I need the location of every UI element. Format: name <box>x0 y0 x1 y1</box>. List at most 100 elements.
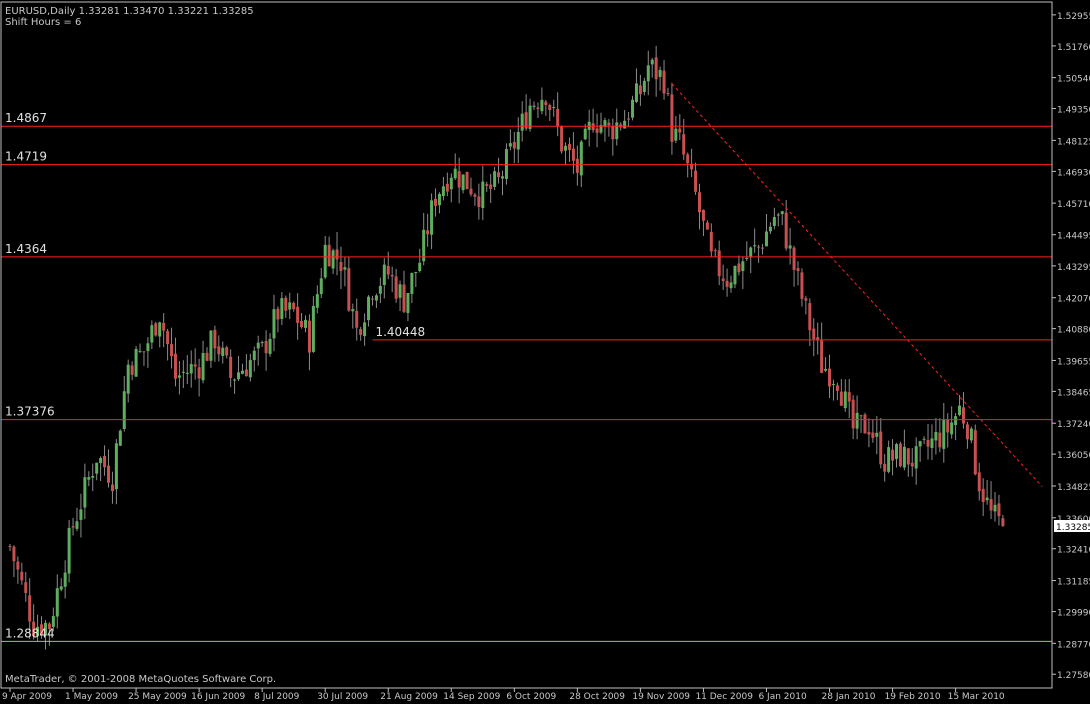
symbol-info: EURUSD,Daily 1.33281 1.33470 1.33221 1.3… <box>5 6 254 17</box>
candle-body <box>367 296 371 321</box>
candle-body <box>177 375 181 378</box>
candle-body <box>107 465 110 483</box>
price-chart[interactable]: 1.48671.47191.43641.404481.373761.28844 … <box>0 0 1090 704</box>
candle-body <box>469 188 473 195</box>
candle-body <box>717 250 721 277</box>
time-tick-label: 14 Sep 2009 <box>443 692 500 702</box>
candle-body <box>284 297 288 311</box>
price-tick-label: 1.32410 <box>1057 546 1090 556</box>
candle-body <box>307 320 311 353</box>
candle-body <box>583 128 587 140</box>
candle-body <box>374 295 378 301</box>
candle-body <box>225 347 229 356</box>
candle-body <box>961 407 965 424</box>
candle-body <box>705 222 709 230</box>
candle-body <box>812 328 816 340</box>
candle-body <box>103 456 107 468</box>
candle-body <box>24 582 28 593</box>
candle-body <box>20 571 24 581</box>
candle-body <box>776 214 780 216</box>
candle-body <box>339 261 343 271</box>
time-tick-label: 28 Oct 2009 <box>569 692 625 702</box>
price-tick-label: 1.27580 <box>1057 671 1090 681</box>
candle-body <box>461 174 465 191</box>
candle-body <box>713 250 717 252</box>
candle-body <box>12 546 16 562</box>
candle-body <box>646 65 650 82</box>
candle-body <box>449 177 453 190</box>
candle-body <box>591 123 595 131</box>
candle-body <box>528 105 532 129</box>
candle-body <box>725 280 729 287</box>
price-tick-label: 1.28770 <box>1057 640 1090 650</box>
candle-body <box>800 272 804 299</box>
candle-body <box>331 250 335 269</box>
candle-body <box>851 399 855 429</box>
candle-body <box>820 340 824 373</box>
candle-body <box>95 462 99 474</box>
price-axis: 1.52955 1.51760 1.50540 1.49350 1.48125 1.469… <box>1052 12 1090 681</box>
candle-body <box>761 247 765 249</box>
candle-body <box>745 257 749 259</box>
candle-body <box>607 122 611 126</box>
candle-body <box>67 527 71 574</box>
candle-body <box>895 444 898 460</box>
candle-body <box>205 352 209 361</box>
candle-body <box>434 198 438 206</box>
candle-body <box>134 348 138 377</box>
candle-body <box>335 249 339 260</box>
candle-body <box>63 572 67 587</box>
candle-body <box>390 274 394 277</box>
candle-body <box>709 231 713 252</box>
price-tick-label: 1.42070 <box>1057 295 1090 305</box>
price-tick-label: 1.40880 <box>1057 326 1090 336</box>
candle-body <box>512 142 516 149</box>
candle-body <box>902 446 906 468</box>
candle-body <box>938 432 942 448</box>
candle-body <box>244 369 248 377</box>
candle-body <box>221 347 225 356</box>
candle-body <box>737 263 741 273</box>
candle-body <box>564 145 568 151</box>
candle-body <box>682 134 686 155</box>
candle-body <box>485 184 489 186</box>
price-tick-label: 1.43295 <box>1057 263 1090 273</box>
candle-body <box>552 107 556 109</box>
candle-body <box>532 105 536 107</box>
candle-body <box>831 383 835 385</box>
candle-body <box>804 298 808 301</box>
candle-body <box>292 302 296 310</box>
candle-body <box>875 432 879 437</box>
candle-body <box>642 80 646 92</box>
candle-body <box>83 477 87 508</box>
level-label: 1.40448 <box>375 325 425 339</box>
candle-body <box>768 226 772 232</box>
candle-body <box>430 200 434 235</box>
indicator-info: Shift Hours = 6 <box>5 17 81 28</box>
candle-body <box>753 245 757 247</box>
price-tick-label: 1.45710 <box>1057 200 1090 210</box>
candle-body <box>110 484 114 492</box>
level-label: 1.37376 <box>5 405 55 419</box>
time-tick-label: 11 Dec 2009 <box>695 692 753 702</box>
candle-body <box>973 430 977 475</box>
candle-body <box>154 323 158 336</box>
candle-body <box>634 83 638 102</box>
candle-body <box>138 350 142 352</box>
candle-body <box>898 443 902 467</box>
level-label: 1.4867 <box>5 111 47 125</box>
candle-body <box>481 181 485 209</box>
candle-body <box>678 128 682 133</box>
price-tick-label: 1.38465 <box>1057 388 1090 398</box>
candle-body <box>146 343 150 351</box>
candle-body <box>288 302 292 310</box>
candle-body <box>315 294 319 308</box>
candle-body <box>158 322 162 337</box>
candle-body <box>981 488 985 502</box>
candle-body <box>276 308 280 320</box>
candle-body <box>788 245 792 249</box>
candle-body <box>162 322 166 331</box>
candle-body <box>595 128 599 133</box>
time-tick-label: 6 Jan 2010 <box>758 692 806 702</box>
candle-body <box>906 448 910 465</box>
